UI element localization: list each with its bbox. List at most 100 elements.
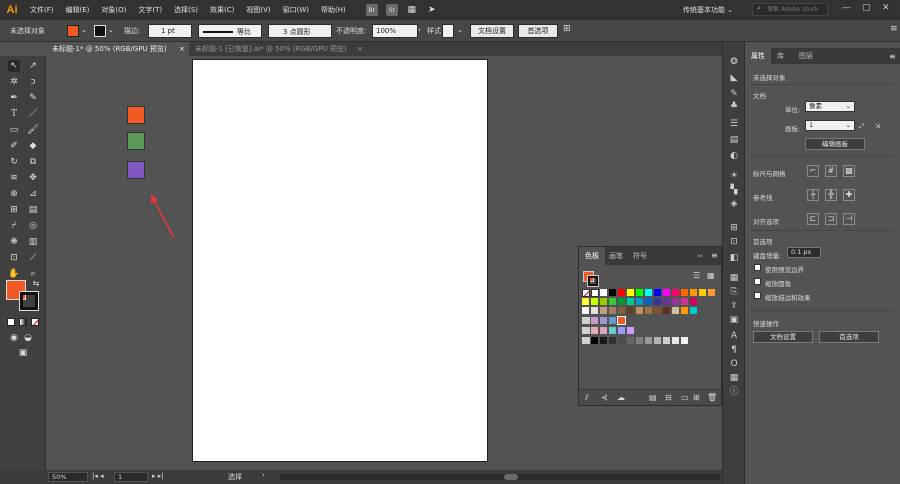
color-mode-icon[interactable] — [7, 318, 15, 326]
align-pixel-grid-icon[interactable]: ⊏ — [807, 213, 819, 225]
scale-strokes-checkbox[interactable] — [754, 292, 761, 299]
asset-export-icon[interactable]: ⇪ — [728, 300, 740, 312]
color-swatch[interactable] — [699, 289, 706, 296]
brush-definition[interactable]: 3 点圆形 — [268, 24, 332, 38]
color-swatch[interactable] — [636, 298, 643, 305]
orange-square[interactable] — [127, 106, 145, 124]
color-swatch[interactable] — [618, 327, 625, 334]
color-swatch[interactable] — [681, 298, 688, 305]
line-tool-icon[interactable]: ／ — [27, 108, 39, 120]
doc-settings-button[interactable]: 文档设置 — [753, 331, 813, 343]
color-swatch[interactable] — [609, 289, 616, 296]
color-swatch[interactable] — [636, 289, 643, 296]
keyboard-increment-field[interactable]: 0.1 px — [787, 247, 821, 258]
color-swatch[interactable] — [645, 298, 652, 305]
registration-swatch[interactable] — [591, 289, 599, 297]
edit-artboards-button[interactable]: 编辑画板 — [805, 138, 865, 150]
symbols-icon[interactable]: ♣ — [728, 100, 740, 112]
close-icon[interactable]: × — [179, 42, 185, 56]
color-swatch[interactable] — [600, 337, 607, 344]
menu-view[interactable]: 视图(V) — [240, 5, 276, 15]
eyedropper-icon[interactable]: ⌿ — [8, 220, 20, 232]
style-swatch[interactable] — [442, 24, 454, 38]
color-swatch[interactable] — [681, 307, 688, 314]
cc-icon[interactable]: ☁ — [617, 393, 625, 402]
stroke-weight-field[interactable]: 1 pt — [148, 24, 192, 38]
type-tool-icon[interactable]: T — [8, 108, 20, 120]
color-swatch[interactable] — [600, 317, 607, 324]
color-swatch[interactable] — [654, 337, 661, 344]
opacity-field[interactable]: 100% — [372, 24, 418, 38]
eraser-icon[interactable]: ◆ — [27, 140, 39, 152]
color-swatch[interactable] — [690, 289, 697, 296]
none-mode-icon[interactable] — [31, 318, 39, 326]
none-swatch[interactable] — [582, 289, 590, 297]
menu-object[interactable]: 对象(O) — [95, 5, 132, 15]
magic-wand-icon[interactable]: ✲ — [8, 76, 20, 88]
maximize-icon[interactable]: ▢ — [862, 3, 871, 13]
chevron-down-icon[interactable]: ⌄ — [457, 26, 463, 34]
color-swatch[interactable] — [582, 307, 589, 314]
color-swatch[interactable] — [690, 298, 697, 305]
active-stroke-swatch[interactable] — [587, 275, 599, 287]
pathfinder-icon[interactable]: ◧ — [728, 252, 740, 264]
rotate-tool-icon[interactable]: ↻ — [8, 156, 20, 168]
color-swatch[interactable] — [672, 289, 679, 296]
color-swatch[interactable] — [600, 289, 607, 296]
menu-type[interactable]: 文字(T) — [132, 5, 168, 15]
paragraph-icon[interactable]: ¶ — [728, 344, 740, 356]
pen-tool-icon[interactable]: ✒ — [8, 92, 20, 104]
color-swatch[interactable] — [609, 327, 616, 334]
color-swatch[interactable] — [636, 307, 643, 314]
color-swatch[interactable] — [645, 337, 652, 344]
links-icon[interactable]: ⎘ — [728, 286, 740, 298]
tab-brushes[interactable]: 画笔 — [603, 247, 629, 265]
tab-symbols[interactable]: 符号 — [627, 247, 653, 265]
brushes-icon[interactable]: ✎ — [728, 88, 740, 100]
collapse-icon[interactable]: ›› — [697, 252, 703, 260]
ruler-icon[interactable]: ⌐ — [807, 165, 819, 177]
arrange-icon[interactable]: ▦ — [406, 4, 418, 16]
zoom-field[interactable]: 50% — [48, 472, 88, 482]
color-swatch[interactable] — [627, 298, 634, 305]
send-icon[interactable]: ➤ — [426, 4, 438, 16]
menu-window[interactable]: 窗口(W) — [277, 5, 315, 15]
scrollbar-thumb[interactable] — [504, 474, 518, 480]
puppet-warp-icon[interactable]: ✥ — [27, 172, 39, 184]
prev-artboard-icon[interactable]: |◂ ◂ — [92, 472, 104, 480]
panel-menu-icon[interactable]: ≡ — [890, 24, 898, 34]
transform-icon[interactable]: ⊡ — [728, 236, 740, 248]
workspace-switcher[interactable]: 传统基本功能 ⌄ — [683, 5, 733, 15]
draw-behind-icon[interactable]: ◒ — [22, 332, 34, 344]
swatch-options-icon[interactable]: ▤ — [649, 393, 657, 402]
tab-properties[interactable]: 属性 — [745, 48, 771, 64]
hand-tool-icon[interactable]: ✋ — [8, 268, 20, 280]
bridge-button[interactable]: Br — [365, 4, 378, 16]
color-swatch[interactable] — [600, 298, 607, 305]
artboard[interactable] — [192, 59, 488, 462]
cc-libraries-icon[interactable]: ◣ — [728, 72, 740, 84]
color-swatch[interactable] — [654, 289, 661, 296]
guides-show-icon[interactable]: ┼ — [807, 189, 819, 201]
graphic-styles-icon[interactable]: ▚ — [728, 184, 740, 196]
color-swatch[interactable] — [672, 298, 679, 305]
doc-settings-button[interactable]: 文档设置 — [470, 24, 514, 38]
minimize-icon[interactable]: — — [842, 3, 851, 13]
mesh-tool-icon[interactable]: ⊞ — [8, 204, 20, 216]
chevron-right-icon[interactable]: › — [418, 26, 421, 34]
chevron-down-icon[interactable]: ⌄ — [108, 26, 114, 34]
document-info-icon[interactable]: ⓘ — [728, 386, 740, 398]
smart-guides-icon[interactable]: ✚ — [843, 189, 855, 201]
use-preview-bounds-checkbox[interactable] — [754, 264, 761, 271]
opentype-icon[interactable]: O — [728, 358, 740, 370]
grid-view-icon[interactable]: ▦ — [707, 271, 715, 280]
rectangle-tool-icon[interactable]: ▭ — [8, 124, 20, 136]
gradient-mode-icon[interactable] — [19, 318, 27, 326]
units-select[interactable]: 像素 ⌄ — [805, 101, 855, 112]
align-to-point-icon[interactable]: ⊐ — [825, 213, 837, 225]
artboard-more-icon[interactable]: ⇲ — [875, 122, 880, 130]
green-square[interactable] — [127, 132, 145, 150]
curvature-tool-icon[interactable]: ✎ — [27, 92, 39, 104]
swatches-panel-icon[interactable]: ▦ — [728, 372, 740, 384]
guides-lock-icon[interactable]: ╬ — [825, 189, 837, 201]
